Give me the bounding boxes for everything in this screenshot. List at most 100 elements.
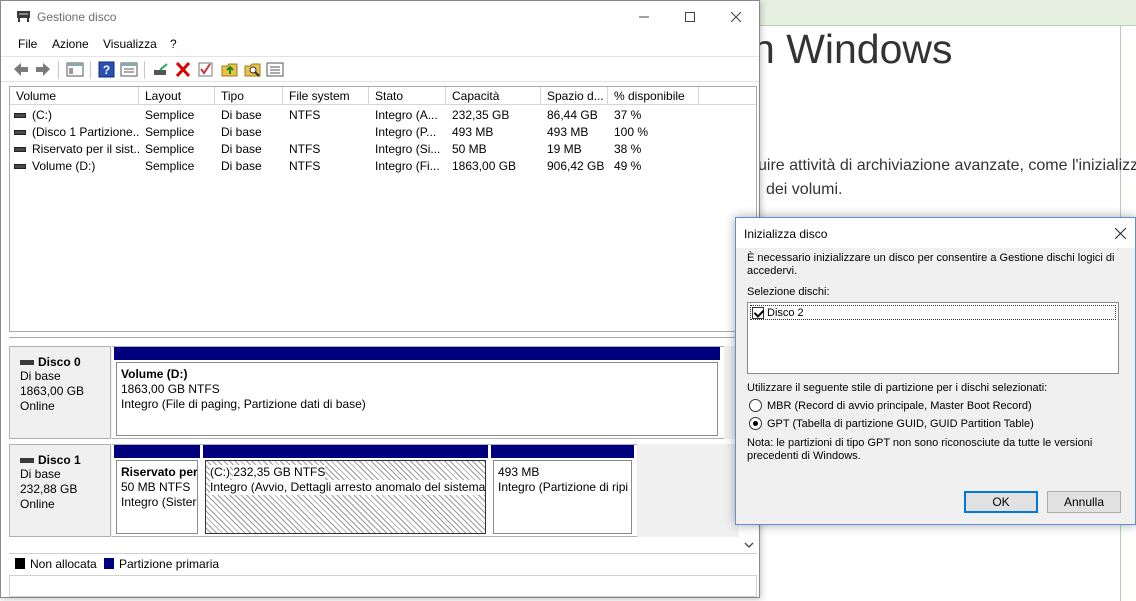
help-icon[interactable]: ? [98, 61, 116, 78]
disk-type: Di base [20, 369, 61, 383]
column-header-spazio[interactable]: Spazio d... [541, 87, 608, 105]
volume-layout: Semplice [145, 142, 195, 156]
connect-disk-icon[interactable] [152, 61, 170, 78]
maximize-icon [685, 12, 695, 22]
menu-azione[interactable]: Azione [52, 37, 89, 51]
partition[interactable]: Volume (D:) 1863,00 GB NTFS Integro (Fil… [114, 347, 720, 438]
volume-row[interactable]: Volume (D:) Semplice Di base NTFS Integr… [10, 158, 756, 175]
column-header-volume[interactable]: Volume [10, 87, 139, 105]
column-header-capacita[interactable]: Capacità [446, 87, 541, 105]
volume-list: Volume Layout Tipo File system Stato Cap… [9, 86, 757, 332]
disk-list-item[interactable]: Disco 2 [750, 305, 1116, 320]
select-disks-label: Selezione dischi: [747, 286, 830, 298]
ok-button[interactable]: OK [964, 491, 1038, 513]
partition-selected[interactable]: (C:) 232,35 GB NTFS Integro (Avvio, Dett… [203, 445, 488, 536]
legend-label-unallocated: Non allocata [30, 557, 97, 571]
mbr-radio[interactable] [749, 399, 762, 412]
partition[interactable]: 493 MB Integro (Partizione di ripi [491, 445, 634, 536]
minimize-button[interactable] [621, 1, 667, 33]
volume-capacita: 232,35 GB [452, 108, 510, 122]
partition-style-label: Utilizzare il seguente stile di partizio… [747, 382, 1048, 394]
list-view-icon[interactable] [266, 61, 284, 78]
gpt-radio[interactable] [749, 417, 762, 430]
disk-name: Disco 0 [38, 355, 81, 369]
column-header-file-system[interactable]: File system [283, 87, 369, 105]
title-bar[interactable]: Gestione disco [1, 1, 759, 33]
menu-help[interactable]: ? [170, 37, 177, 51]
partition-status: Integro (Sister [121, 495, 197, 509]
volume-row[interactable]: (C:) Semplice Di base NTFS Integro (A...… [10, 107, 756, 124]
disk-checkbox[interactable] [752, 306, 764, 319]
volume-stato: Integro (Fi... [375, 159, 440, 173]
volume-percent: 38 % [614, 142, 642, 156]
properties-icon[interactable] [120, 61, 138, 78]
dialog-close-button[interactable] [1105, 218, 1135, 248]
close-icon [731, 12, 741, 22]
legend-label-primary: Partizione primaria [119, 557, 220, 571]
disk-row-0: Disco 0 Di base 1863,00 GB Online Volume… [9, 346, 739, 439]
volume-drive-icon [14, 147, 26, 152]
toolbar: ? [1, 56, 759, 82]
initialize-disk-dialog: Inizializza disco È necessario inizializ… [735, 217, 1136, 525]
partition-size: 1863,00 GB NTFS [121, 382, 220, 396]
delete-icon[interactable] [174, 61, 192, 78]
column-header-layout[interactable]: Layout [139, 87, 215, 105]
disk-management-icon [17, 11, 30, 22]
volume-tipo: Di base [221, 108, 262, 122]
status-bar [9, 575, 757, 597]
menu-bar: File Azione Visualizza ? [1, 34, 759, 54]
back-arrow-icon[interactable] [12, 61, 30, 78]
volume-percent: 49 % [614, 159, 642, 173]
close-button[interactable] [713, 1, 759, 33]
partition-status: Integro (Partizione di ripi [498, 480, 629, 494]
volume-percent: 37 % [614, 108, 642, 122]
partition-body: 493 MB Integro (Partizione di ripi [493, 460, 632, 534]
search-folder-icon[interactable] [244, 61, 262, 78]
folder-up-icon[interactable] [221, 61, 239, 78]
maximize-button[interactable] [667, 1, 713, 33]
cancel-button[interactable]: Annulla [1047, 491, 1121, 513]
column-header-stato[interactable]: Stato [369, 87, 446, 105]
mbr-radio-option[interactable]: MBR (Record di avvio principale, Master … [749, 399, 1032, 412]
partition[interactable]: Riservato per 50 MB NTFS Integro (Sister [114, 445, 200, 536]
disk-status: Online [20, 399, 55, 413]
column-header-percent[interactable]: % disponibile [608, 87, 699, 105]
volume-capacita: 1863,00 GB [452, 159, 517, 173]
gpt-radio-option[interactable]: GPT (Tabella di partizione GUID, GUID Pa… [749, 417, 1034, 430]
volume-spazio: 906,42 GB [547, 159, 605, 173]
console-tree-icon[interactable] [66, 61, 84, 78]
disk-size: 232,88 GB [20, 482, 78, 496]
gpt-note: Nota: le partizioni di tipo GPT non sono… [747, 437, 1093, 462]
volume-name: (Disco 1 Partizione... [32, 125, 139, 139]
dialog-title-bar[interactable]: Inizializza disco [736, 218, 1135, 248]
column-header-tipo[interactable]: Tipo [215, 87, 283, 105]
partition-size: 493 MB [498, 465, 540, 479]
volume-stato: Integro (Si... [375, 142, 441, 156]
chevron-down-icon[interactable] [744, 541, 754, 549]
disk-label[interactable]: Disco 0 Di base 1863,00 GB Online [9, 346, 111, 439]
volume-row[interactable]: Riservato per il sist... Semplice Di bas… [10, 141, 756, 158]
menu-file[interactable]: File [18, 37, 37, 51]
volume-list-header: Volume Layout Tipo File system Stato Cap… [10, 87, 756, 105]
disk-label[interactable]: Disco 1 Di base 232,88 GB Online [9, 444, 111, 537]
primary-partition-bar [491, 445, 634, 458]
partition-title: Riservato per [121, 465, 198, 479]
disk-management-window: Gestione disco File Azione Visualizza ? … [0, 0, 760, 598]
volume-row[interactable]: (Disco 1 Partizione... Semplice Di base … [10, 124, 756, 141]
volume-tipo: Di base [221, 125, 262, 139]
disk-icon [20, 457, 34, 463]
disk-name: Disco 1 [38, 453, 81, 467]
check-icon[interactable] [197, 61, 215, 78]
volume-fs: NTFS [289, 142, 321, 156]
disk-item-label: Disco 2 [767, 306, 804, 319]
disk-listbox[interactable]: Disco 2 [747, 302, 1119, 374]
menu-visualizza[interactable]: Visualizza [103, 37, 157, 51]
disk-status: Online [20, 497, 55, 511]
legend-swatch-unallocated [15, 558, 25, 569]
volume-spazio: 493 MB [547, 125, 589, 139]
forward-arrow-icon[interactable] [34, 61, 52, 78]
primary-partition-bar [114, 445, 200, 458]
partition-title: Volume (D:) [121, 367, 188, 381]
disk-graphical-view: Disco 0 Di base 1863,00 GB Online Volume… [9, 337, 757, 574]
gpt-label: GPT (Tabella di partizione GUID, GUID Pa… [767, 417, 1034, 430]
